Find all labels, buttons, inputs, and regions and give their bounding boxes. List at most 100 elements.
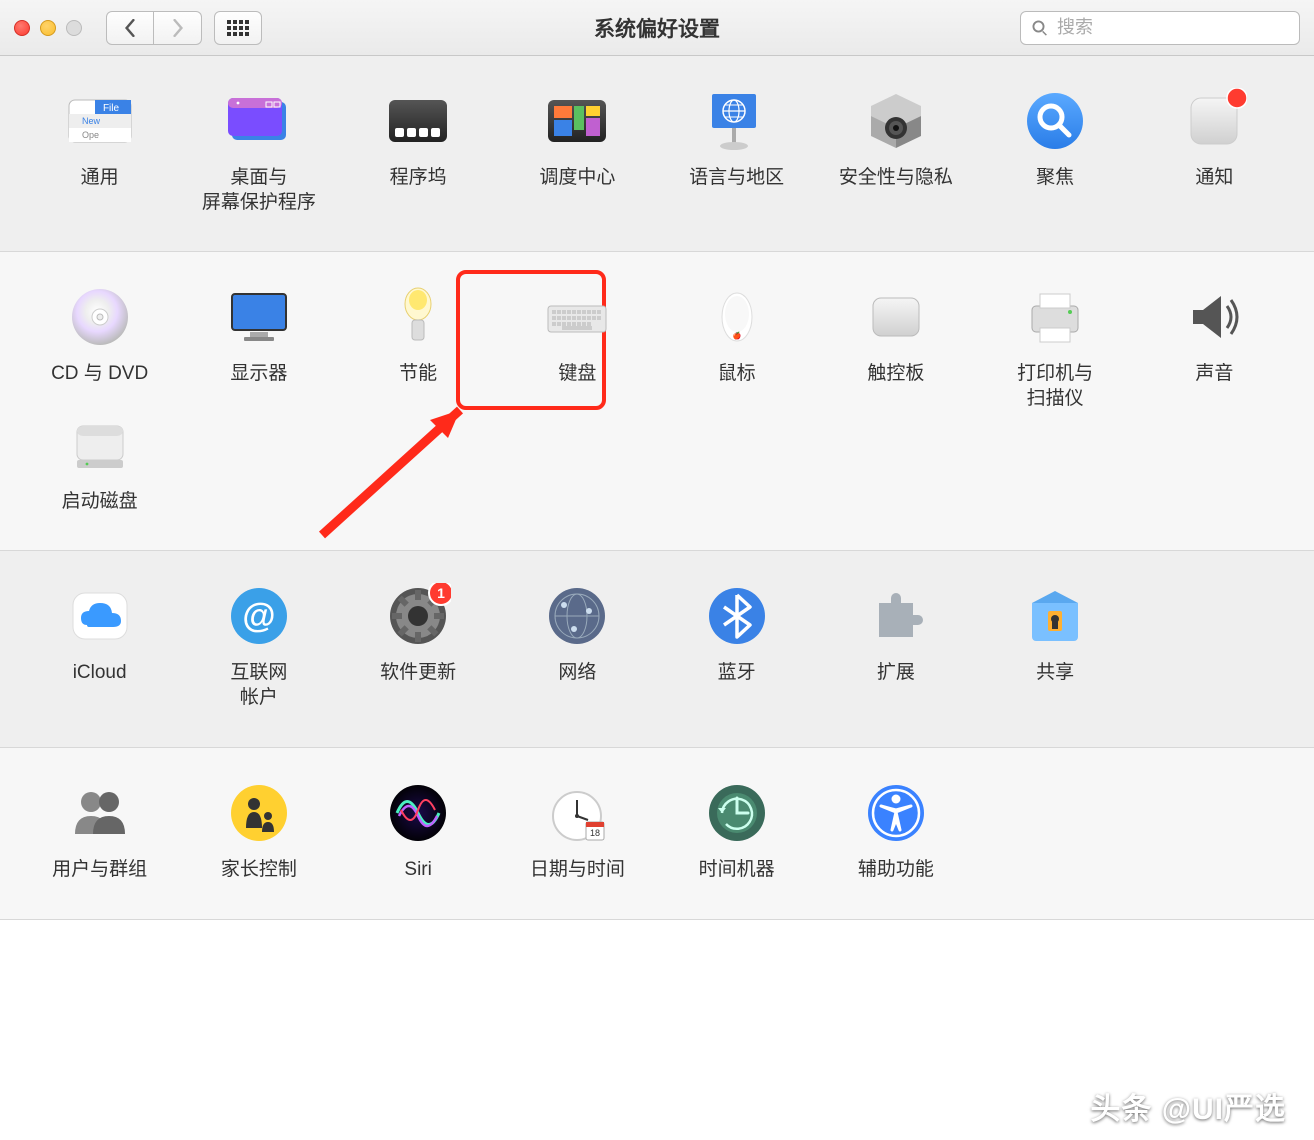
pref-label: 软件更新 [380, 661, 456, 686]
cd-icon [67, 284, 133, 350]
pref-label: 互联网 帐户 [230, 661, 287, 710]
users-icon [67, 780, 133, 846]
trackpad-icon [863, 284, 929, 350]
pref-accessibility[interactable]: 辅助功能 [816, 780, 975, 883]
desktop-icon [226, 88, 292, 154]
pref-spotlight[interactable]: 聚焦 [976, 88, 1135, 215]
pref-label: iCloud [73, 661, 127, 686]
svg-text:1: 1 [437, 585, 445, 601]
close-button[interactable] [14, 20, 30, 36]
icloud-icon [67, 583, 133, 649]
pref-label: 辅助功能 [858, 858, 934, 883]
pref-mission[interactable]: 调度中心 [498, 88, 657, 215]
pref-internet[interactable]: @ 互联网 帐户 [179, 583, 338, 710]
pref-sharing[interactable]: 共享 [976, 583, 1135, 710]
parental-icon [226, 780, 292, 846]
sharing-icon [1022, 583, 1088, 649]
pref-extensions[interactable]: 扩展 [816, 583, 975, 710]
pref-label: 声音 [1195, 362, 1233, 387]
printers-icon [1022, 284, 1088, 350]
general-icon: FileNew Ope [67, 88, 133, 154]
pref-label: 通知 [1195, 166, 1233, 191]
pref-label: 打印机与 扫描仪 [1017, 362, 1093, 411]
pref-datetime[interactable]: 18 日期与时间 [498, 780, 657, 883]
extensions-icon [863, 583, 929, 649]
watermark: 头条 @UI严选 [1090, 1084, 1286, 1128]
traffic-lights [14, 20, 82, 36]
prefs-section-0: FileNewOpe通用桌面与 屏幕保护程序程序坞调度中心语言与地区安全性与隐私… [0, 56, 1314, 252]
pref-label: 鼠标 [718, 362, 756, 387]
zoom-button[interactable] [66, 20, 82, 36]
grid-icon [227, 20, 249, 36]
pref-startup[interactable]: 启动磁盘 [20, 412, 179, 515]
pref-software[interactable]: 1 软件更新 [339, 583, 498, 710]
pref-label: 家长控制 [221, 858, 297, 883]
pref-icloud[interactable]: iCloud [20, 583, 179, 710]
pref-desktop[interactable]: 桌面与 屏幕保护程序 [179, 88, 338, 215]
show-all-button[interactable] [214, 11, 262, 45]
prefs-section-2: iCloud @ 互联网 帐户 1 软件更新 网络 蓝牙 扩展 共享 [0, 551, 1314, 747]
pref-parental[interactable]: 家长控制 [179, 780, 338, 883]
svg-text:File: File [103, 103, 120, 114]
internet-icon: @ [226, 583, 292, 649]
pref-label: 蓝牙 [718, 661, 756, 686]
pref-general[interactable]: FileNewOpe通用 [20, 88, 179, 215]
minimize-button[interactable] [40, 20, 56, 36]
sound-icon [1181, 284, 1247, 350]
pref-bluetooth[interactable]: 蓝牙 [657, 583, 816, 710]
window-title: 系统偏好设置 [594, 13, 720, 43]
pref-siri[interactable]: Siri [339, 780, 498, 883]
svg-text:@: @ [242, 597, 275, 635]
language-icon [704, 88, 770, 154]
pref-label: 日期与时间 [530, 858, 625, 883]
accessibility-icon [863, 780, 929, 846]
datetime-icon: 18 [544, 780, 610, 846]
pref-cd[interactable]: CD 与 DVD [20, 284, 179, 411]
pref-label: 网络 [558, 661, 596, 686]
toolbar: 系统偏好设置 [0, 0, 1314, 56]
prefs-section-1: CD 与 DVD显示器节能 键盘🍎鼠标触控板打印机与 扫描仪 声音启动磁盘 [0, 252, 1314, 551]
pref-notifications[interactable]: 通知 [1135, 88, 1294, 215]
pref-label: 安全性与隐私 [839, 166, 953, 191]
pref-mouse[interactable]: 🍎鼠标 [657, 284, 816, 411]
pref-keyboard[interactable]: 键盘 [498, 284, 657, 411]
pref-label: 节能 [399, 362, 437, 387]
search-field[interactable] [1020, 11, 1300, 45]
pref-label: 调度中心 [539, 166, 615, 191]
pref-label: 共享 [1036, 661, 1074, 686]
pref-displays[interactable]: 显示器 [179, 284, 338, 411]
pref-language[interactable]: 语言与地区 [657, 88, 816, 215]
pref-label: 时间机器 [699, 858, 775, 883]
spotlight-icon [1022, 88, 1088, 154]
pref-label: 程序坞 [390, 166, 447, 191]
pref-users[interactable]: 用户与群组 [20, 780, 179, 883]
pref-trackpad[interactable]: 触控板 [816, 284, 975, 411]
back-button[interactable] [106, 11, 154, 45]
pref-sound[interactable]: 声音 [1135, 284, 1294, 411]
chevron-left-icon [123, 19, 137, 37]
bluetooth-icon [704, 583, 770, 649]
dock-icon [385, 88, 451, 154]
svg-text:New: New [82, 116, 101, 126]
mission-icon [544, 88, 610, 154]
pref-network[interactable]: 网络 [498, 583, 657, 710]
prefs-section-3: 用户与群组家长控制 Siri 18 日期与时间 时间机器 辅助功能 [0, 748, 1314, 920]
search-icon [1031, 19, 1049, 37]
pref-label: 启动磁盘 [62, 490, 138, 515]
pref-dock[interactable]: 程序坞 [339, 88, 498, 215]
pref-label: Siri [404, 858, 431, 883]
search-input[interactable] [1057, 17, 1289, 38]
forward-button[interactable] [154, 11, 202, 45]
network-icon [544, 583, 610, 649]
software-icon: 1 [385, 583, 451, 649]
pref-security[interactable]: 安全性与隐私 [816, 88, 975, 215]
startup-icon [67, 412, 133, 478]
pref-timemachine[interactable]: 时间机器 [657, 780, 816, 883]
chevron-right-icon [171, 19, 185, 37]
pref-printers[interactable]: 打印机与 扫描仪 [976, 284, 1135, 411]
displays-icon [226, 284, 292, 350]
svg-text:Ope: Ope [82, 130, 99, 140]
keyboard-icon [544, 284, 610, 350]
energy-icon [385, 284, 451, 350]
pref-label: 扩展 [877, 661, 915, 686]
